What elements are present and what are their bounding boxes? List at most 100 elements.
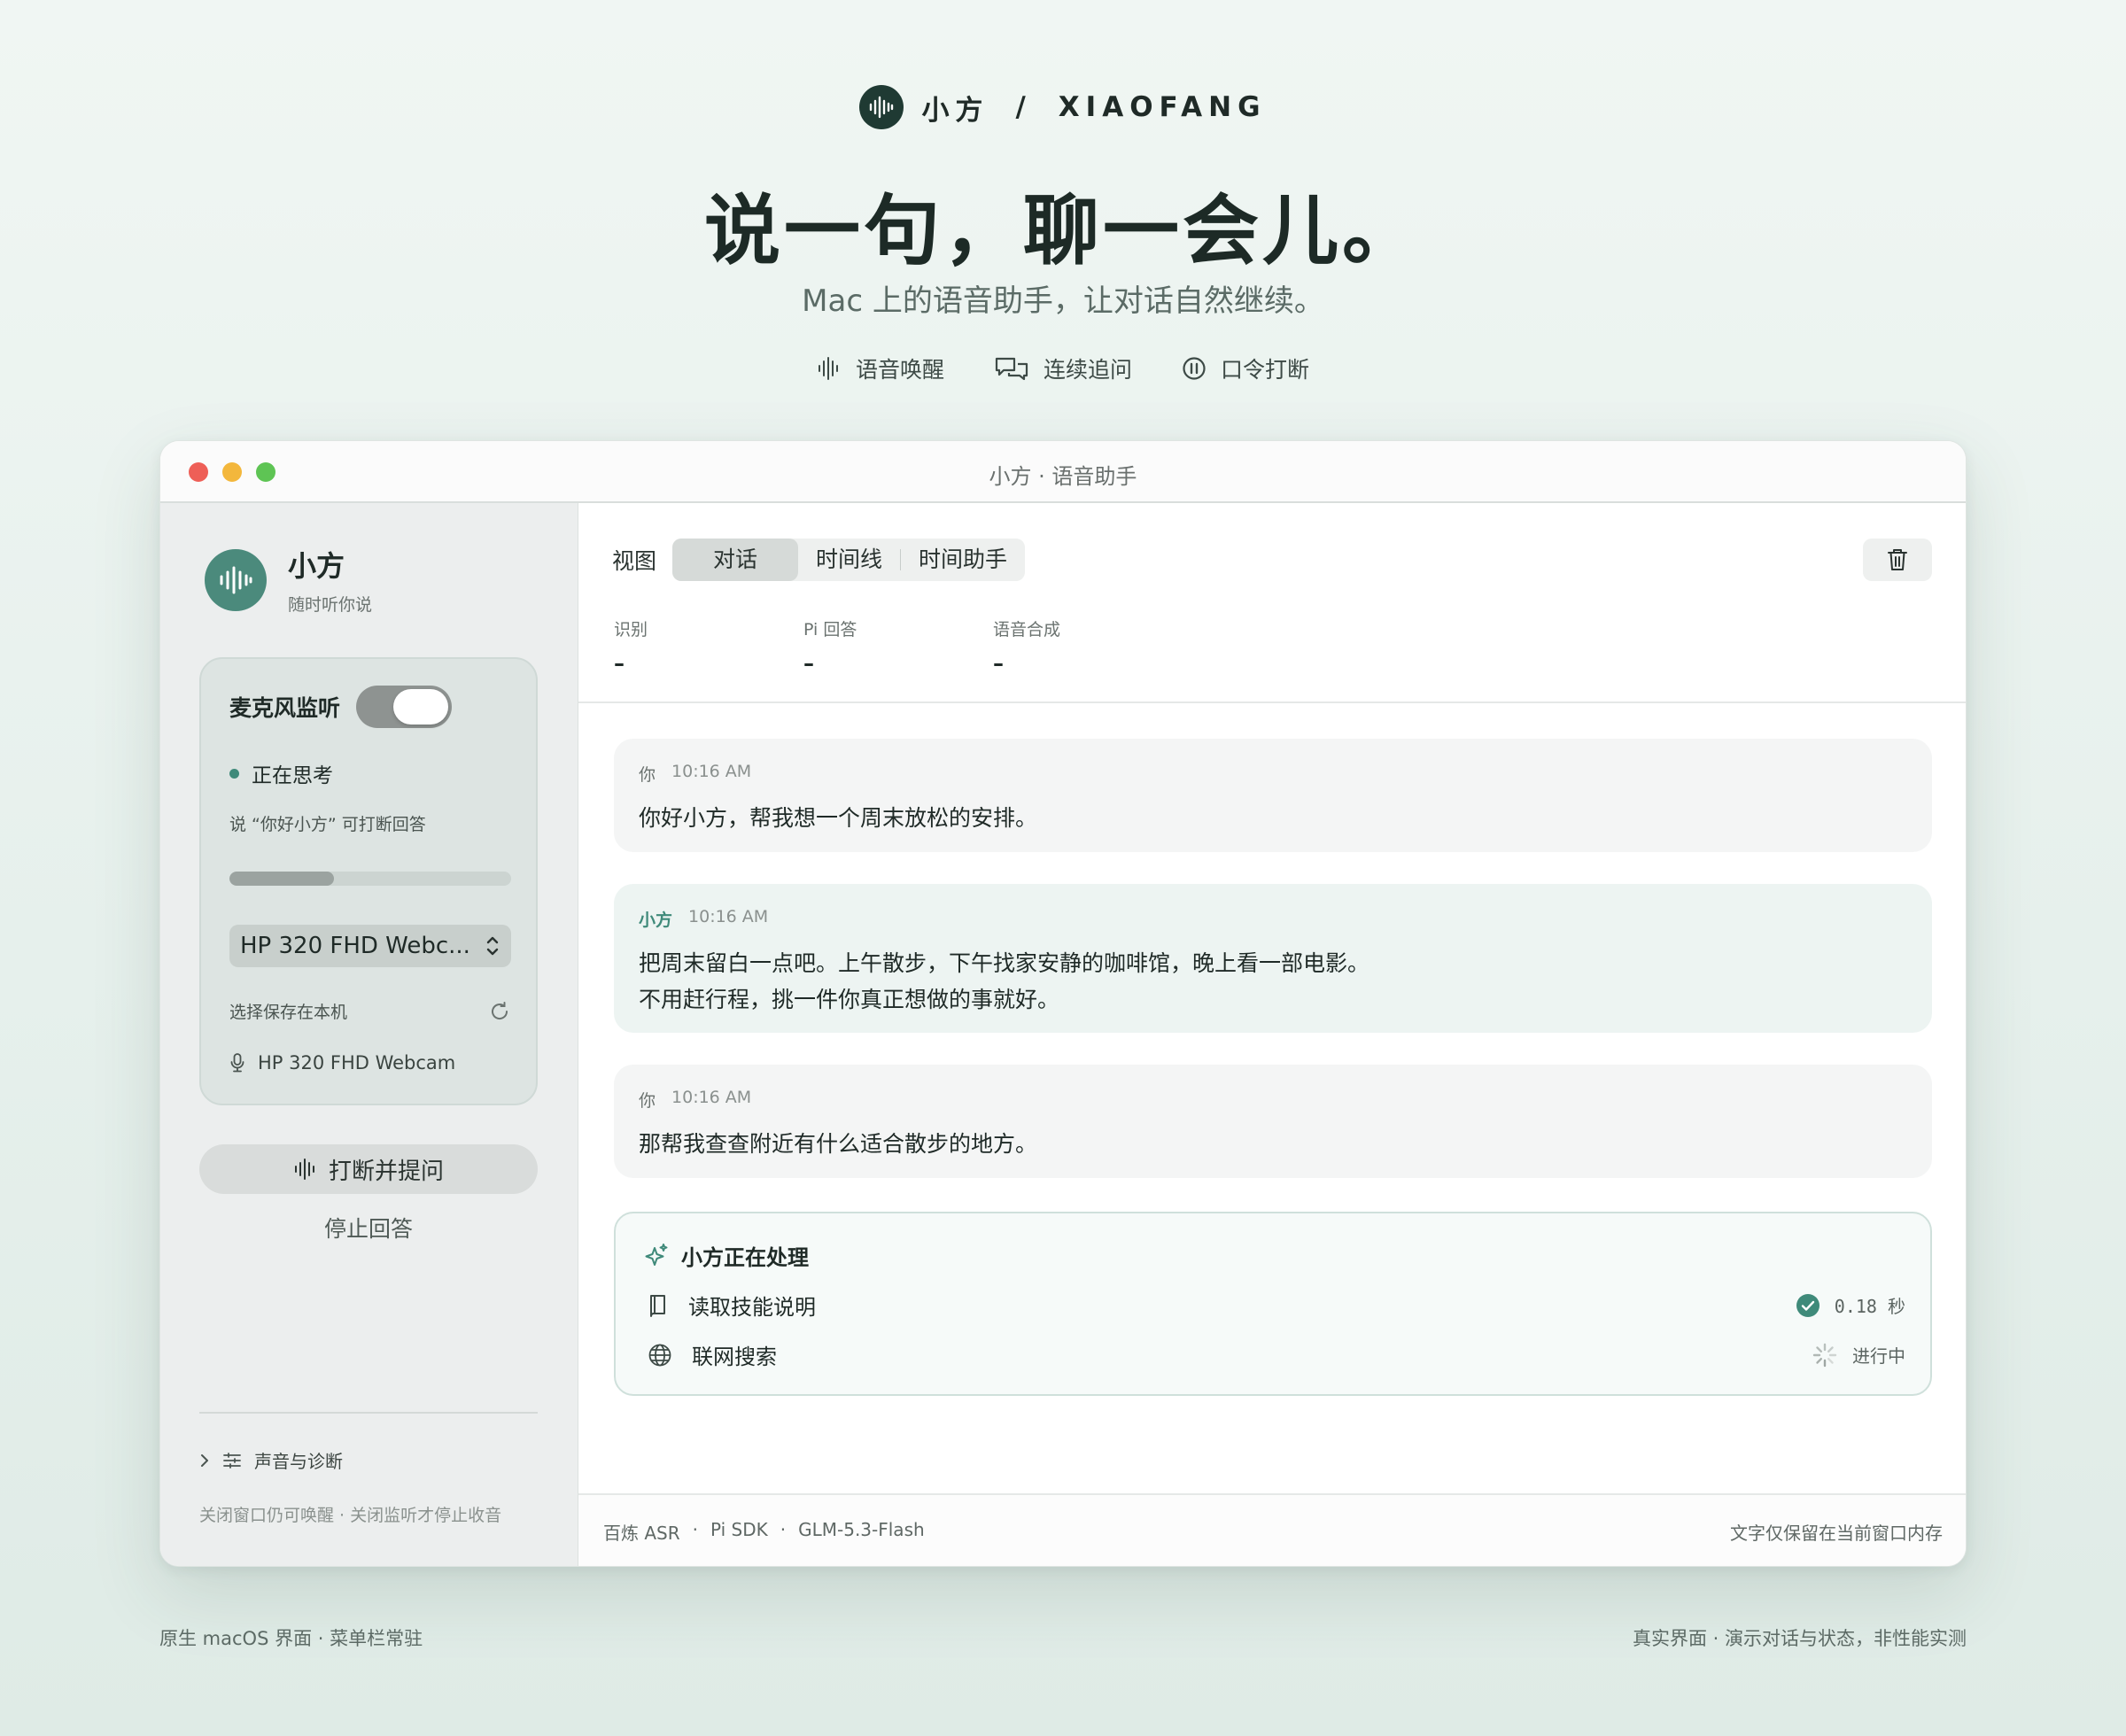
- clear-conversation-button[interactable]: [1863, 539, 1932, 581]
- device-select-value: HP 320 FHD Webc...: [240, 933, 470, 959]
- message-time: 10:16 AM: [671, 1088, 752, 1107]
- stop-answer-button[interactable]: 停止回答: [199, 1212, 538, 1244]
- sidebar-footer-note: 关闭窗口仍可唤醒 · 关闭监听才停止收音: [199, 1506, 502, 1525]
- sidebar-divider: [199, 1412, 538, 1414]
- message-time: 10:16 AM: [671, 762, 752, 781]
- message-line: 把周末留白一点吧。上午散步，下午找家安静的咖啡馆，晚上看一部电影。: [639, 950, 1370, 976]
- tech-stack: 百炼 ASR · Pi SDK · GLM-5.3-Flash: [603, 1519, 925, 1545]
- step-status: 进行中: [1852, 1345, 1905, 1367]
- message-author: 小方: [639, 911, 673, 930]
- chevron-updown-icon: [486, 936, 499, 956]
- sidebar: 小方 随时听你说 麦克风监听 正在思考 说 “你好小方” 可打断回答 HP 32…: [160, 503, 578, 1566]
- message-time: 10:16 AM: [688, 907, 769, 926]
- brand-separator: /: [1015, 91, 1032, 123]
- processing-step: 读取技能说明 0.18 秒: [648, 1290, 1905, 1321]
- mic-toggle[interactable]: [356, 686, 453, 728]
- tab-timeline[interactable]: 时间线: [798, 539, 900, 581]
- feature-list: 语音唤醒 连续追问 口令打断: [0, 353, 2126, 384]
- step-label: 联网搜索: [692, 1345, 777, 1369]
- stack-item: GLM-5.3-Flash: [798, 1518, 925, 1540]
- app-name: 小方: [288, 549, 345, 583]
- metric-tts: 语音合成 –: [993, 616, 1183, 676]
- save-locally-label: 选择保存在本机: [229, 1003, 348, 1022]
- interrupt-hint: 说 “你好小方” 可打断回答: [229, 815, 426, 834]
- waveform-logo-icon: [205, 548, 267, 611]
- latency-metrics: 识别 – Pi 回答 – 语音合成 –: [614, 616, 1183, 676]
- waveform-icon: [818, 357, 838, 380]
- device-name: HP 320 FHD Webcam: [258, 1052, 456, 1073]
- audio-level-bar: [229, 872, 511, 886]
- chat-bubbles-icon: [995, 357, 1028, 381]
- page-footer-right: 真实界面 · 演示对话与状态，非性能实测: [1632, 1628, 1967, 1649]
- stack-item: 百炼 ASR: [603, 1522, 680, 1544]
- step-status: 0.18 秒: [1834, 1296, 1905, 1317]
- status-text: 正在思考: [252, 764, 333, 787]
- message-text: 你好小方，帮我想一个周末放松的安排。: [639, 805, 1038, 831]
- tab-conversation[interactable]: 对话: [672, 539, 799, 581]
- main-panel: 视图 对话 时间线 时间助手 识别 – Pi 回答 – 语音合成 – 你 10:…: [578, 503, 1966, 1566]
- waveform-logo-icon: [859, 85, 904, 129]
- message-user: 你 10:16 AM 你好小方，帮我想一个周末放松的安排。: [614, 739, 1932, 852]
- chevron-right-icon: [201, 1453, 208, 1467]
- message-author: 你: [639, 765, 656, 785]
- app-header: 小方 随时听你说: [205, 544, 372, 616]
- diagnostics-label: 声音与诊断: [254, 1451, 343, 1472]
- processing-card: 小方正在处理 读取技能说明 0.18 秒 联网搜索 进行中: [614, 1212, 1932, 1396]
- pause-circle-icon: [1183, 357, 1206, 380]
- interrupt-and-ask-button[interactable]: 打断并提问: [199, 1144, 538, 1194]
- waveform-icon: [294, 1159, 314, 1180]
- app-window: 小方 · 语音助手 小方 随时听你说 麦克风监听 正在思考 说 “你好小方” 可…: [159, 440, 1967, 1567]
- feature-label: 语音唤醒: [855, 357, 944, 383]
- feature-follow-up: 连续追问: [994, 353, 1132, 384]
- toolbar-divider: [578, 701, 1966, 703]
- audio-level-fill: [229, 872, 334, 886]
- message-author: 你: [639, 1091, 656, 1111]
- book-icon: [650, 1294, 665, 1317]
- status-footer: 百炼 ASR · Pi SDK · GLM-5.3-Flash 文字仅保留在当前…: [578, 1493, 1966, 1566]
- tab-time-assistant[interactable]: 时间助手: [901, 539, 1025, 581]
- message-user: 你 10:16 AM 那帮我查查附近有什么适合散步的地方。: [614, 1065, 1932, 1178]
- trash-icon: [1888, 549, 1907, 570]
- refresh-icon[interactable]: [488, 1000, 511, 1023]
- device-select[interactable]: HP 320 FHD Webc...: [229, 925, 511, 967]
- message-text: 那帮我查查附近有什么适合散步的地方。: [639, 1131, 1038, 1157]
- feature-voice-interrupt: 口令打断: [1182, 353, 1309, 384]
- page-footer-left: 原生 macOS 界面 · 菜单栏常驻: [159, 1628, 423, 1649]
- metric-label: 语音合成: [993, 620, 1061, 639]
- interrupt-button-label: 打断并提问: [328, 1158, 444, 1185]
- window-title: 小方 · 语音助手: [989, 464, 1137, 489]
- metric-value: –: [614, 651, 625, 676]
- globe-icon: [648, 1344, 671, 1366]
- message-assistant: 小方 10:16 AM 把周末留白一点吧。上午散步，下午找家安静的咖啡馆，晚上看…: [614, 884, 1932, 1033]
- mic-label: 麦克风监听: [229, 695, 341, 721]
- privacy-note: 文字仅保留在当前窗口内存: [1730, 1522, 1943, 1544]
- stack-item: Pi SDK: [710, 1518, 768, 1540]
- processing-step: 联网搜索 进行中: [648, 1339, 1905, 1370]
- view-switcher: 视图 对话 时间线 时间助手: [612, 539, 1026, 581]
- brand-name: 小方: [921, 94, 989, 127]
- metric-pi-answer: Pi 回答 –: [803, 616, 993, 676]
- microphone-icon: [230, 1053, 244, 1073]
- message-line: 不用赶行程，挑一件你真正想做的事就好。: [639, 987, 1060, 1012]
- brand-latin: XIAOFANG: [1058, 91, 1267, 123]
- status-dot-icon: [229, 768, 239, 779]
- subheadline: Mac 上的语音助手，让对话自然继续。: [802, 283, 1324, 319]
- spinner-icon: [1812, 1343, 1837, 1367]
- sliders-icon: [223, 1452, 241, 1469]
- sparkle-icon: [645, 1243, 668, 1266]
- mic-card: 麦克风监听 正在思考 说 “你好小方” 可打断回答 HP 320 FHD Web…: [199, 657, 538, 1105]
- message-text: 把周末留白一点吧。上午散步，下午找家安静的咖啡馆，晚上看一部电影。 不用赶行程，…: [639, 945, 1907, 1018]
- metric-label: Pi 回答: [803, 620, 857, 639]
- brand-header: 小方 / XIAOFANG: [0, 85, 2126, 129]
- title-bar: 小方 · 语音助手: [160, 441, 1966, 503]
- metric-value: –: [803, 651, 814, 676]
- view-label: 视图: [612, 548, 657, 574]
- app-tagline: 随时听你说: [288, 595, 373, 615]
- diagnostics-disclosure[interactable]: 声音与诊断: [199, 1447, 343, 1473]
- active-device: HP 320 FHD Webcam: [229, 1052, 455, 1073]
- step-label: 读取技能说明: [688, 1295, 816, 1320]
- metric-label: 识别: [614, 620, 648, 639]
- toggle-knob: [393, 689, 449, 725]
- metric-asr: 识别 –: [614, 616, 803, 676]
- stack-separator: ·: [780, 1518, 787, 1540]
